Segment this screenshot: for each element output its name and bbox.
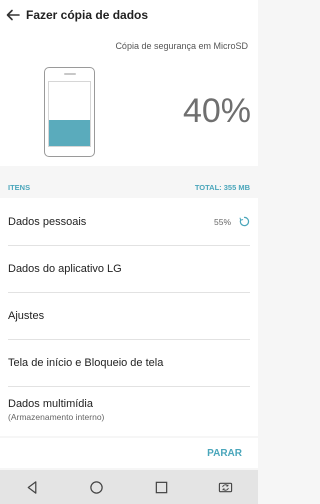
back-button[interactable] — [0, 0, 26, 30]
phone-illustration — [44, 67, 95, 157]
list-item: Ajustes — [0, 293, 258, 339]
nav-back-button[interactable] — [12, 470, 52, 504]
progress-fill — [49, 120, 90, 146]
nav-overview-button[interactable] — [141, 470, 181, 504]
overview-square-icon — [155, 481, 168, 493]
switch-app-icon — [219, 482, 233, 492]
item-label: Ajustes — [8, 310, 45, 322]
back-triangle-icon — [27, 480, 37, 494]
item-label: Dados do aplicativo LG — [8, 263, 122, 275]
item-label: Tela de início e Bloqueio de tela — [8, 357, 164, 369]
stop-button[interactable]: PARAR — [207, 448, 242, 459]
items-list: Dados pessoais 55% Dados do aplicativo L… — [0, 198, 258, 436]
nav-switch-button[interactable] — [206, 470, 246, 504]
app-bar: Fazer cópia de dados — [0, 0, 258, 30]
phone-speaker — [64, 73, 76, 75]
home-circle-icon — [90, 480, 103, 494]
sync-spinner-icon — [239, 216, 250, 227]
phone-screen — [48, 81, 91, 147]
item-label: Dados pessoais — [8, 215, 87, 228]
item-status: 55% — [213, 216, 231, 227]
progress-percent: 40% — [182, 92, 251, 130]
total-size: TOTAL: 355 MB — [194, 182, 250, 192]
item-sublabel: (Armazenamento interno) — [8, 412, 105, 422]
item-label: Dados multimídia — [8, 398, 93, 410]
list-item: Dados do aplicativo LG — [0, 246, 258, 292]
items-header: ITENS TOTAL: 355 MB — [0, 178, 258, 196]
list-item: Tela de início e Bloqueio de tela — [0, 340, 258, 386]
list-item: Dados multimídia (Armazenamento interno) — [0, 387, 258, 433]
list-item: Dados pessoais 55% — [0, 198, 258, 245]
nav-home-button[interactable] — [77, 470, 117, 504]
progress-panel: Cópia de segurança em MicroSD 40% — [0, 30, 258, 166]
backup-location: Cópia de segurança em MicroSD — [115, 41, 248, 51]
arrow-left-icon — [6, 9, 20, 21]
page-title: Fazer cópia de dados — [26, 8, 149, 22]
items-label: ITENS — [8, 182, 31, 192]
navigation-bar — [0, 470, 258, 504]
action-bar: PARAR — [0, 438, 258, 468]
